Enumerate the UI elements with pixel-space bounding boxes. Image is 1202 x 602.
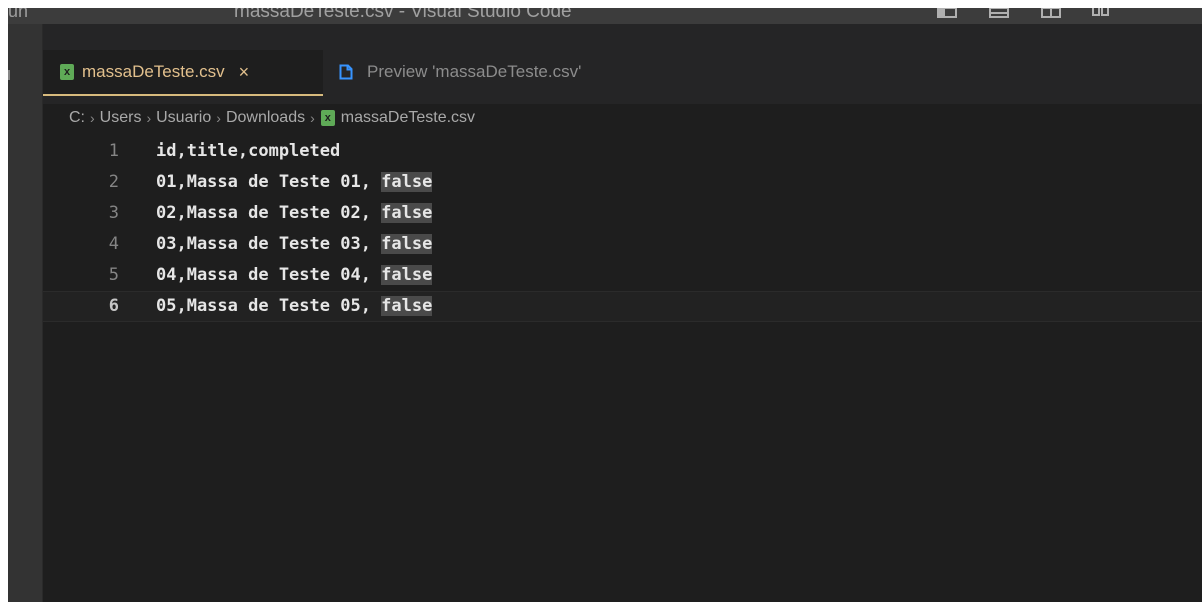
customize-layout-icon[interactable]	[1090, 8, 1112, 18]
line-content: 02,Massa de Teste 02, false	[156, 203, 433, 223]
selection-highlight: false	[381, 296, 433, 316]
tab-massadeteste-csv[interactable]: x massaDeTeste.csv ×	[43, 50, 323, 96]
line-number: 5	[108, 265, 119, 285]
toggle-panel-icon[interactable]	[988, 8, 1010, 18]
csv-file-icon: x	[320, 110, 335, 126]
breadcrumb-item-drive[interactable]: C:	[43, 109, 90, 127]
toggle-sidebar-icon[interactable]	[936, 8, 958, 18]
line-number: 4	[108, 234, 119, 254]
activity-bar	[8, 24, 43, 602]
line-number: 1	[108, 141, 119, 161]
breadcrumb-item-downloads[interactable]: Downloads	[221, 109, 310, 127]
line-number: 6	[108, 296, 119, 316]
code-line[interactable]: 4 03,Massa de Teste 03, false	[43, 229, 1202, 260]
code-line[interactable]: 2 01,Massa de Teste 01, false	[43, 167, 1202, 198]
code-line[interactable]: 3 02,Massa de Teste 02, false	[43, 198, 1202, 229]
chevron-right-icon: ›	[310, 110, 315, 126]
breadcrumb: C: › Users › Usuario › Downloads › x mas…	[43, 104, 1202, 132]
breadcrumb-item-usuario[interactable]: Usuario	[151, 109, 216, 127]
line-content: id,title,completed	[156, 141, 341, 161]
code-line[interactable]: 1 id,title,completed	[43, 136, 1202, 167]
menu-bar-stub[interactable]: un	[8, 8, 28, 22]
line-content: 05,Massa de Teste 05, false	[156, 296, 433, 316]
activity-bar-indicator	[8, 70, 10, 80]
title-bar: un massaDeTeste.csv - Visual Studio Code	[8, 8, 1202, 24]
tab-label: Preview 'massaDeTeste.csv'	[367, 62, 582, 81]
tab-label: massaDeTeste.csv	[82, 62, 225, 81]
csv-file-icon: x	[60, 64, 74, 80]
editor-tabs: x massaDeTeste.csv × Preview 'massaDeTes…	[43, 24, 1202, 104]
selection-highlight: false	[381, 203, 433, 223]
selection-highlight: false	[381, 172, 433, 192]
selection-highlight: false	[381, 234, 433, 254]
code-line[interactable]: 5 04,Massa de Teste 04, false	[43, 260, 1202, 291]
tab-preview-massadeteste-csv[interactable]: Preview 'massaDeTeste.csv'	[325, 50, 655, 94]
line-number: 3	[108, 203, 119, 223]
vscode-window: un massaDeTeste.csv - Visual Studio Code	[8, 8, 1202, 602]
code-line-current[interactable]: 6 05,Massa de Teste 05, false	[43, 291, 1202, 322]
line-content: 01,Massa de Teste 01, false	[156, 172, 433, 192]
line-number: 2	[108, 172, 119, 192]
line-content: 03,Massa de Teste 03, false	[156, 234, 433, 254]
close-icon[interactable]: ×	[239, 62, 250, 83]
line-content: 04,Massa de Teste 04, false	[156, 265, 433, 285]
selection-highlight: false	[381, 265, 433, 285]
breadcrumb-item-file[interactable]: massaDeTeste.csv	[341, 109, 480, 127]
window-title: massaDeTeste.csv - Visual Studio Code	[234, 8, 572, 22]
split-editor-icon[interactable]	[1040, 8, 1062, 18]
breadcrumb-item-users[interactable]: Users	[95, 109, 147, 127]
preview-icon	[339, 64, 353, 80]
code-editor[interactable]: 1 id,title,completed 2 01,Massa de Teste…	[43, 132, 1202, 602]
